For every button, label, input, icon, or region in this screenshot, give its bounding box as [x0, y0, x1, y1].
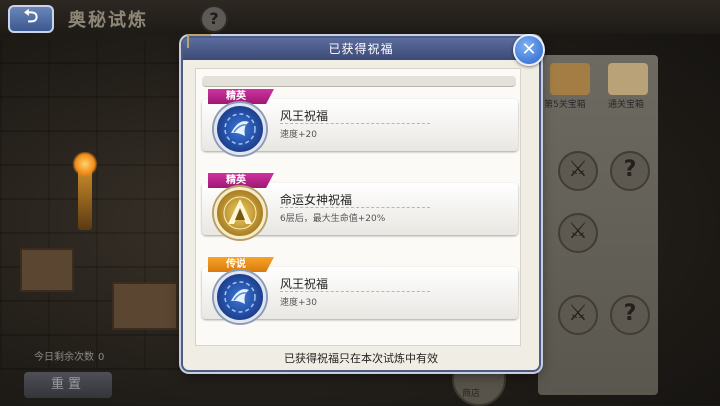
remaining-value: 0 [98, 352, 105, 363]
remaining-label: 今日剩余次数 [34, 352, 94, 363]
blessing-name: 风王祝福 [280, 277, 329, 291]
blessing-effect: 速度+30 [280, 298, 317, 308]
blessing-name: 命运女神祝福 [280, 193, 353, 207]
close-button[interactable]: ✕ [513, 34, 545, 66]
tier-badge: 精英 [208, 173, 274, 188]
blessing-card: 精英 命运女神祝福 6层后，最大生命值+20% [202, 173, 518, 239]
divider [280, 207, 430, 208]
corner-ornament [187, 34, 211, 48]
blessing-list[interactable]: 精英 风王祝福 速度+20 精英 命运女神祝福 6层后，最大生命值+20% 传说… [195, 68, 521, 346]
blessing-card: 传说 风王祝福 速度+30 [202, 257, 518, 323]
torch-icon [72, 152, 98, 230]
wind-king-icon [214, 271, 266, 323]
divider [280, 123, 430, 124]
trial-map: 第5关宝箱 通关宝箱 ⚔ ? ⚔ ⚔ ? [538, 55, 658, 395]
sword-node-icon[interactable]: ⚔ [558, 213, 598, 253]
sword-node-icon[interactable]: ⚔ [558, 151, 598, 191]
tier-badge: 精英 [208, 89, 274, 104]
help-icon[interactable]: ? [200, 5, 228, 33]
blessing-name: 风王祝福 [280, 109, 329, 123]
page-title: 奥秘试炼 [68, 10, 148, 31]
remaining-attempts: 今日剩余次数 0 [30, 348, 104, 363]
chest-label-5: 第5关宝箱 [544, 100, 586, 110]
mystery-node-icon[interactable]: ? [610, 151, 650, 191]
previous-card-edge [202, 76, 516, 87]
crate [112, 282, 178, 330]
back-arrow-icon: ⮌ [23, 6, 39, 27]
final-chest-icon[interactable] [608, 63, 648, 95]
dialog-header: 已获得祝福 [183, 38, 539, 60]
tier-badge: 传说 [208, 257, 274, 272]
shop-label: 商店 [462, 389, 481, 399]
sword-node-icon[interactable]: ⚔ [558, 295, 598, 335]
divider [280, 291, 430, 292]
reset-button[interactable]: 重置 [24, 372, 112, 398]
chest-label-final: 通关宝箱 [608, 100, 645, 110]
blessing-effect: 速度+20 [280, 130, 317, 140]
crate [20, 248, 74, 292]
dialog-title: 已获得祝福 [328, 42, 394, 56]
chest-icon[interactable] [550, 63, 590, 95]
back-button[interactable]: ⮌ [8, 5, 54, 33]
fate-goddess-icon [214, 187, 266, 239]
top-bar: ⮌ 奥秘试炼 ? [0, 0, 720, 34]
blessings-dialog: 已获得祝福 精英 风王祝福 速度+20 精英 命运女神祝福 6层后，最大生命值+… [183, 34, 539, 370]
blessing-card: 精英 风王祝福 速度+20 [202, 89, 518, 155]
dialog-footer-note: 已获得祝福只在本次试炼中有效 [284, 352, 438, 365]
mystery-node-icon[interactable]: ? [610, 295, 650, 335]
blessing-effect: 6层后，最大生命值+20% [280, 214, 386, 224]
close-icon: ✕ [521, 39, 537, 60]
wind-king-icon [214, 103, 266, 155]
